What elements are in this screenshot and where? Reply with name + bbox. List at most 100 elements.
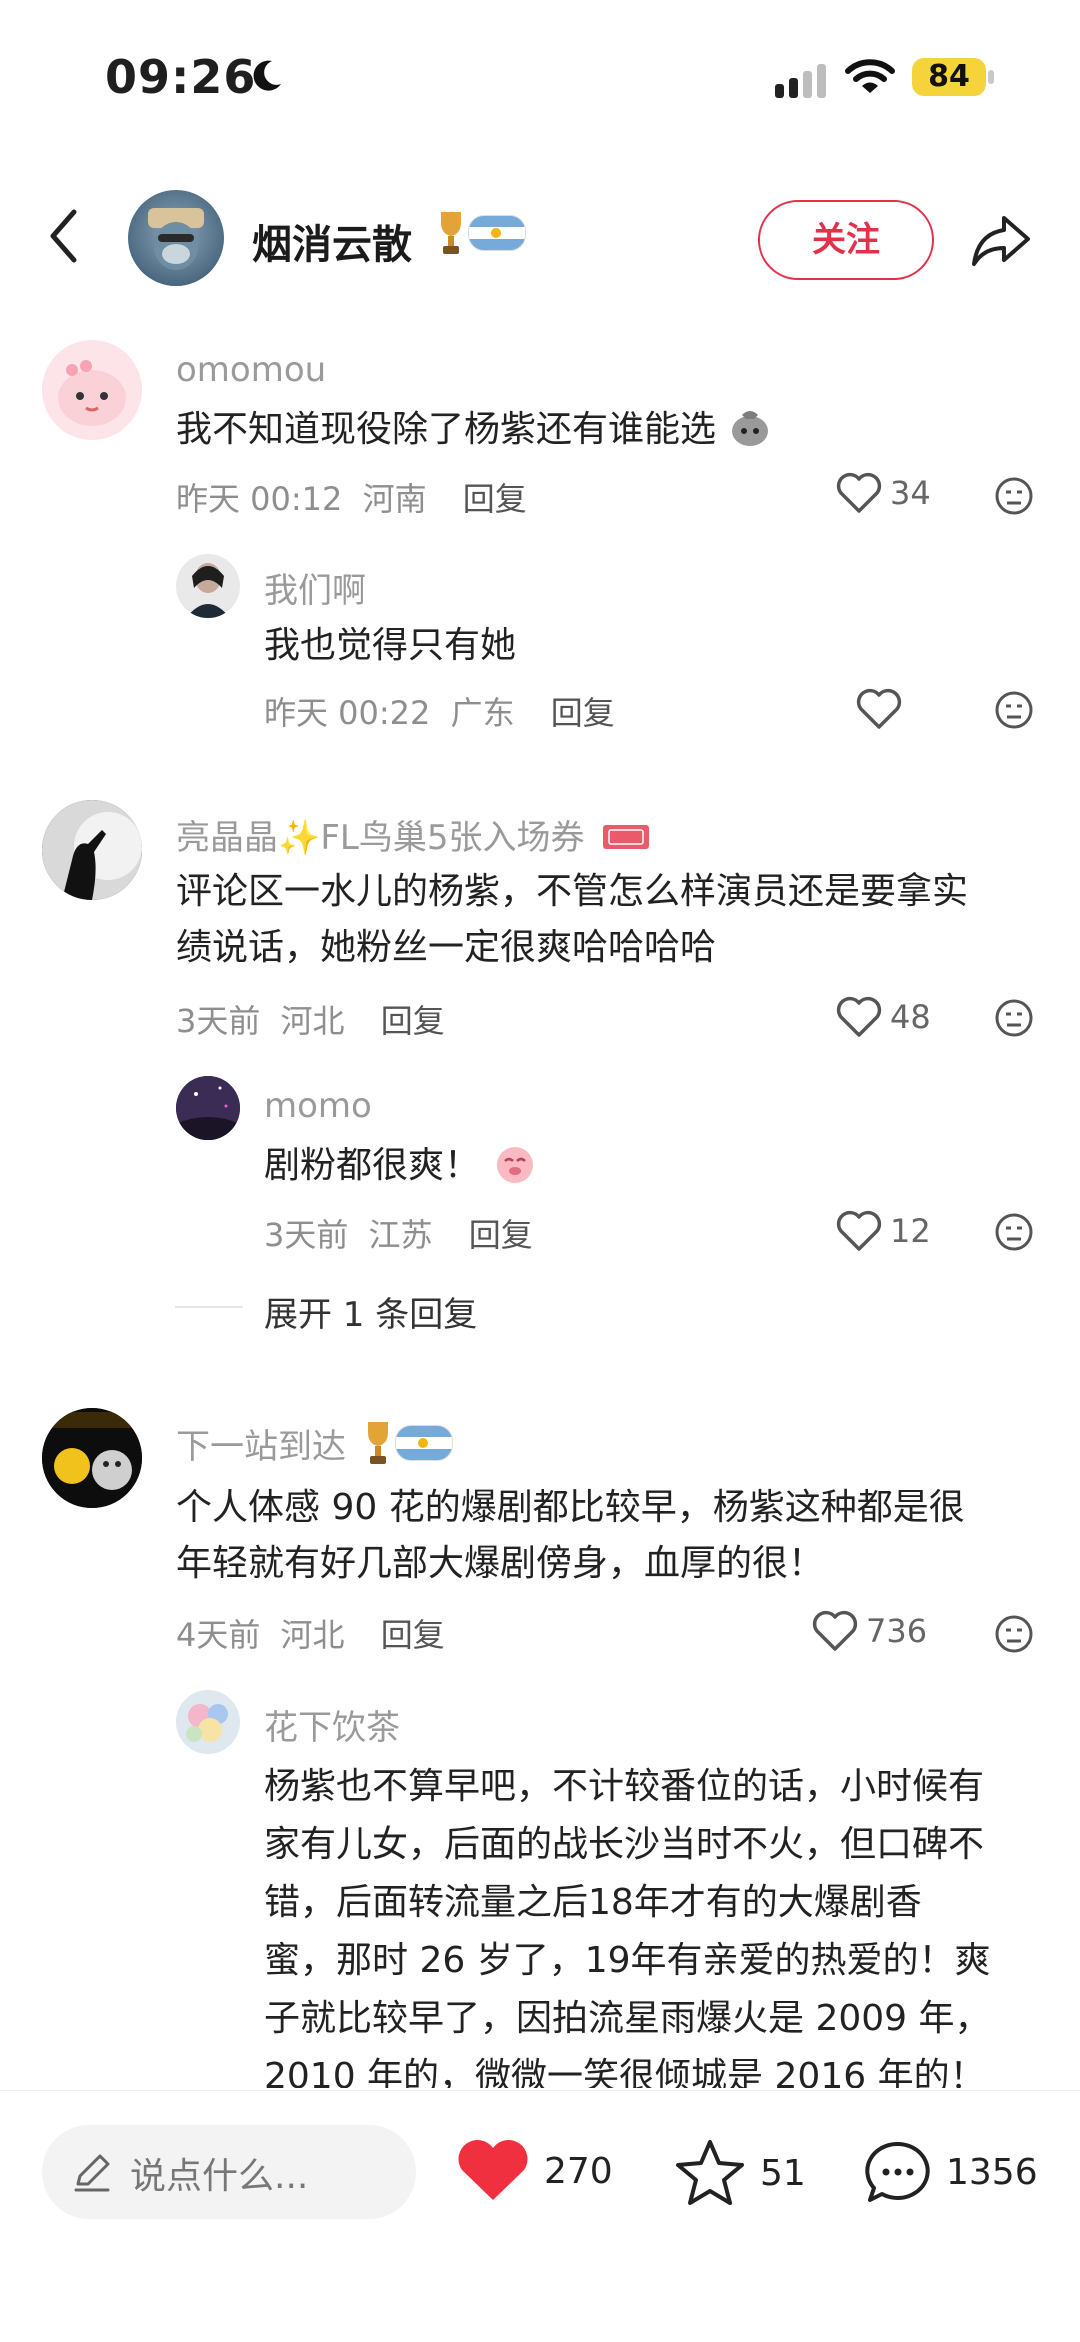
- ticket-icon: [603, 825, 650, 849]
- comment-username[interactable]: 亮晶晶✨FL鸟巢5张入场券: [176, 810, 651, 859]
- comment-meta: 3天前 江苏 回复: [264, 1210, 533, 1256]
- comment-text-line: 绩说话，她粉丝一定很爽哈哈哈哈: [176, 927, 717, 968]
- like-button[interactable]: 736: [812, 1610, 927, 1652]
- dislike-icon[interactable]: [994, 998, 1034, 1038]
- avatar[interactable]: [176, 1076, 240, 1140]
- comment-input-placeholder[interactable]: 说点什么...: [130, 2147, 308, 2199]
- comment-meta: 昨天 00:12 河南 回复: [176, 474, 527, 520]
- heart-outline-icon: [856, 688, 902, 729]
- comment-username[interactable]: momo: [264, 1086, 372, 1126]
- gold-miner-avatar-icon: [42, 1408, 142, 1508]
- user-badge: [365, 1418, 453, 1468]
- comment-text-line: 杨紫也不算早吧，不计较番位的话，小时候有: [264, 1766, 985, 1807]
- night-sky-avatar-icon: [176, 1076, 240, 1140]
- dislike-icon[interactable]: [994, 1614, 1034, 1654]
- comment-time: 昨天 00:22: [264, 694, 431, 732]
- follow-button[interactable]: 关注: [758, 200, 934, 280]
- comment-username-text: 下一站到达: [176, 1427, 346, 1467]
- star-icon: [676, 2140, 744, 2205]
- comment-count: 1356: [946, 2151, 1038, 2193]
- comment-text-line: 家有儿女，后面的战长沙当时不火，但口碑不: [264, 1824, 985, 1865]
- like-count: 48: [890, 998, 931, 1036]
- dislike-icon[interactable]: [994, 690, 1034, 730]
- trophy-icon: [367, 1422, 388, 1464]
- comment-text: 评论区一水儿的杨紫，不管怎么样演员还是要拿实 绩说话，她粉丝一定很爽哈哈哈哈: [176, 864, 1056, 976]
- argentina-flag-icon: [468, 215, 526, 251]
- comment-username[interactable]: 我们啊: [264, 563, 366, 612]
- signal-icon: [775, 64, 835, 98]
- comment-bubble-icon: [865, 2141, 930, 2202]
- dislike-icon[interactable]: [994, 1212, 1034, 1252]
- like-count: 736: [866, 1612, 928, 1650]
- like-button[interactable]: 12: [836, 1210, 931, 1252]
- comment-username[interactable]: omomou: [176, 350, 326, 390]
- dislike-icon[interactable]: [994, 476, 1034, 516]
- comment-location: 河北: [280, 1002, 345, 1040]
- monkey-avatar-icon: [148, 208, 204, 270]
- author-name[interactable]: 烟消云散: [252, 212, 412, 270]
- heart-filled-icon: [458, 2139, 528, 2200]
- comment-text-content: 我不知道现役除了杨紫还有谁能选: [176, 409, 717, 450]
- comment-location: 河北: [280, 1616, 345, 1654]
- back-icon[interactable]: [48, 208, 78, 264]
- comment-text-line: 蜜，那时 26 岁了，19年有亲爱的热爱的！爽: [264, 1940, 991, 1981]
- pencil-icon: [74, 2154, 110, 2192]
- moon-icon: [253, 60, 281, 91]
- comments-button[interactable]: 1356: [862, 2138, 1038, 2206]
- reply-button[interactable]: 回复: [381, 1616, 445, 1654]
- comment-username[interactable]: 花下饮茶: [264, 1700, 400, 1749]
- reply-button[interactable]: 回复: [381, 1002, 445, 1040]
- comment-text-line: 2010 年的，微微一笑很倾城是 2016 年的！: [264, 2056, 986, 2088]
- comment-time: 4天前: [176, 1616, 261, 1654]
- battery-level: 84: [912, 58, 986, 96]
- reply-button[interactable]: 回复: [469, 1216, 533, 1254]
- comment-time: 3天前: [264, 1216, 349, 1254]
- woman-photo-avatar-icon: [186, 563, 230, 618]
- like-button[interactable]: 34: [836, 472, 931, 514]
- battery-tip: [988, 70, 994, 84]
- comment-meta: 昨天 00:22 广东 回复: [264, 688, 615, 734]
- heart-outline-icon: [812, 1610, 858, 1651]
- money-bag-emoji-icon: [732, 411, 769, 446]
- comment-text-content: 剧粉都很爽！: [264, 1145, 481, 1186]
- pink-character-avatar-icon: [58, 360, 126, 426]
- comment-text-line: 子就比较早了，因拍流星雨爆火是 2009 年，: [264, 1998, 991, 2039]
- comment-text-line: 年轻就有好几部大爆剧傍身，血厚的很！: [176, 1543, 825, 1584]
- comment-username[interactable]: 下一站到达: [176, 1418, 453, 1468]
- silhouette-avatar-icon: [42, 800, 142, 900]
- comment-text-line: 评论区一水儿的杨紫，不管怎么样演员还是要拿实: [176, 871, 969, 912]
- trophy-icon: [441, 212, 461, 254]
- post-like-count: 270: [544, 2150, 613, 2192]
- like-post-button[interactable]: 270: [456, 2138, 613, 2204]
- comment-username-text: 亮晶晶✨FL鸟巢5张入场券: [176, 818, 585, 858]
- avatar[interactable]: [42, 800, 142, 900]
- flower-avatar-icon: [186, 1704, 228, 1742]
- argentina-flag-icon: [394, 1425, 453, 1461]
- like-button[interactable]: 48: [836, 996, 931, 1038]
- heart-outline-icon: [836, 1210, 882, 1251]
- comment-text: 杨紫也不算早吧，不计较番位的话，小时候有 家有儿女，后面的战长沙当时不火，但口碑…: [264, 1758, 1064, 2088]
- comment-location: 广东: [450, 694, 515, 732]
- like-count: 34: [890, 474, 931, 512]
- comment-text: 我不知道现役除了杨紫还有谁能选: [176, 402, 773, 458]
- avatar[interactable]: [42, 1408, 142, 1508]
- favorite-button[interactable]: 51: [674, 2138, 806, 2208]
- comment-text: 个人体感 90 花的爆剧都比较早，杨紫这种都是很 年轻就有好几部大爆剧傍身，血厚…: [176, 1480, 1056, 1592]
- expand-replies-button[interactable]: 展开 1 条回复: [264, 1287, 477, 1336]
- avatar[interactable]: [176, 1690, 240, 1754]
- reply-button[interactable]: 回复: [463, 480, 527, 518]
- comment-text: 剧粉都很爽！: [264, 1138, 539, 1194]
- avatar[interactable]: [176, 554, 240, 618]
- author-badge: [438, 208, 526, 258]
- comment-text: 我也觉得只有她: [264, 625, 517, 666]
- comment-text-line: 错，后面转流量之后18年才有的大爆剧香: [264, 1882, 922, 1923]
- avatar[interactable]: [42, 340, 142, 440]
- heart-outline-icon: [836, 472, 882, 513]
- comment-meta: 4天前 河北 回复: [176, 1610, 445, 1656]
- comment-meta: 3天前 河北 回复: [176, 996, 445, 1042]
- reply-button[interactable]: 回复: [551, 694, 615, 732]
- share-icon[interactable]: [970, 212, 1032, 268]
- like-button[interactable]: [856, 688, 910, 730]
- author-avatar[interactable]: [128, 190, 224, 286]
- wifi-icon: [845, 59, 895, 93]
